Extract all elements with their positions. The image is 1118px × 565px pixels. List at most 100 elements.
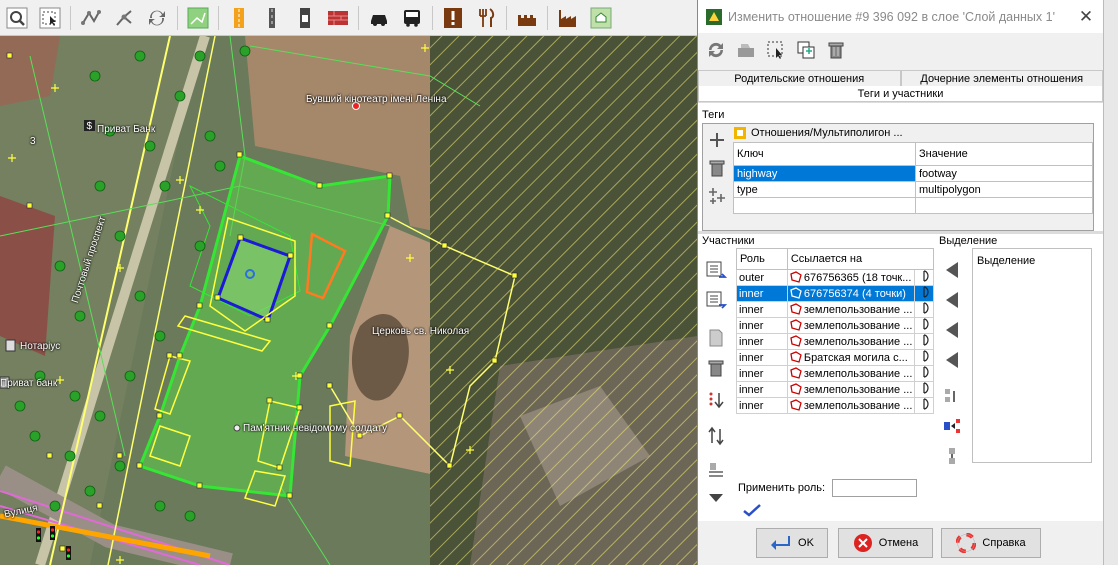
select-in-list-button[interactable] xyxy=(940,384,964,408)
duplicate-icon[interactable] xyxy=(794,38,818,62)
member-ref[interactable]: 676756365 (18 точк... xyxy=(786,269,916,286)
member-role[interactable]: inner xyxy=(736,381,788,398)
member-row[interactable]: inner землепользование ... xyxy=(736,397,934,414)
reverse-members-button[interactable] xyxy=(704,424,728,448)
map-label-bank: Приват Банк xyxy=(97,124,156,135)
member-row[interactable]: inner землепользование ... xyxy=(736,317,934,334)
member-row[interactable]: outer 676756365 (18 точк... xyxy=(736,269,934,286)
bus-icon[interactable] xyxy=(399,5,425,31)
member-role[interactable]: inner xyxy=(736,285,788,302)
member-ref[interactable]: Братская могила с... xyxy=(786,349,916,366)
landuse-icon[interactable] xyxy=(185,5,211,31)
member-ref[interactable]: землепользование ... xyxy=(786,301,916,318)
member-row[interactable]: inner Братская могила с... xyxy=(736,349,934,366)
download-members-icon[interactable] xyxy=(734,38,758,62)
selection-list-header: Выделение xyxy=(977,255,1036,267)
apply-role-button[interactable] xyxy=(742,503,762,520)
member-role[interactable]: inner xyxy=(736,397,788,414)
railway-icon[interactable] xyxy=(259,5,285,31)
add-at-end-button[interactable] xyxy=(940,348,964,372)
tab-content: Теги Отношения/Мультиполигон ... Ключ Зн… xyxy=(698,102,1103,521)
area-icon xyxy=(790,399,802,411)
split-icon[interactable] xyxy=(111,5,137,31)
tag-row[interactable]: type multipolygon xyxy=(733,181,1093,198)
tag-key[interactable]: highway xyxy=(733,165,916,182)
member-row[interactable]: inner землепользование ... xyxy=(736,381,934,398)
ok-button[interactable]: OK xyxy=(756,528,828,558)
member-connection xyxy=(914,317,934,334)
building-icon[interactable] xyxy=(325,5,351,31)
select-members-icon[interactable] xyxy=(764,38,788,62)
castle-icon[interactable] xyxy=(514,5,540,31)
member-row[interactable]: inner землепользование ... xyxy=(736,333,934,350)
member-ref[interactable]: землепользование ... xyxy=(786,365,916,382)
ok-label: OK xyxy=(798,537,814,549)
dialog-titlebar[interactable]: Изменить отношение #9 396 092 в слое 'Сл… xyxy=(698,0,1103,33)
add-tag-button[interactable] xyxy=(705,128,729,152)
nodes-icon[interactable] xyxy=(78,5,104,31)
member-ref[interactable]: землепользование ... xyxy=(786,333,916,350)
member-ref-label: землепользование ... xyxy=(803,336,913,348)
tab-parent-relations[interactable]: Родительские отношения xyxy=(698,70,901,86)
delete-icon[interactable] xyxy=(824,38,848,62)
select-icon[interactable] xyxy=(37,5,63,31)
industry-icon[interactable] xyxy=(555,5,581,31)
refresh-icon[interactable] xyxy=(144,5,170,31)
apply-role-input[interactable] xyxy=(832,479,917,497)
sort-members-button[interactable] xyxy=(704,388,728,412)
member-ref[interactable]: землепользование ... xyxy=(786,317,916,334)
member-ref[interactable]: землепользование ... xyxy=(786,381,916,398)
edit-member-button[interactable] xyxy=(704,326,728,350)
highway-icon[interactable] xyxy=(226,5,252,31)
map-view[interactable]: $ Бувший кінотеатр імені Леніна Приват Б… xyxy=(0,36,697,565)
member-ref[interactable]: 676756374 (4 точки) xyxy=(786,285,916,302)
member-row[interactable]: inner землепользование ... xyxy=(736,365,934,382)
help-button[interactable]: Справка xyxy=(941,528,1041,558)
close-button[interactable]: ✕ xyxy=(1069,0,1103,33)
move-up-button[interactable] xyxy=(704,258,728,282)
member-row[interactable]: inner 676756374 (4 точки) xyxy=(736,285,934,302)
splitter[interactable] xyxy=(698,231,1103,234)
tag-row[interactable]: highway footway xyxy=(733,165,1093,182)
map-canvas[interactable]: $ xyxy=(0,36,697,565)
move-down-button[interactable] xyxy=(704,288,728,312)
selection-list[interactable]: Выделение xyxy=(972,248,1092,463)
member-action-button[interactable] xyxy=(704,458,728,482)
paste-tags-button[interactable] xyxy=(705,184,729,208)
add-at-start-button[interactable] xyxy=(940,258,964,282)
member-role[interactable]: inner xyxy=(736,349,788,366)
member-connection xyxy=(914,397,934,414)
preset-link[interactable]: Отношения/Мультиполигон ... xyxy=(733,126,903,140)
settlement-icon[interactable] xyxy=(588,5,614,31)
tag-key[interactable]: type xyxy=(733,181,916,198)
delete-tag-button[interactable] xyxy=(705,156,729,180)
zoom-icon[interactable] xyxy=(4,5,30,31)
member-row[interactable]: inner землепользование ... xyxy=(736,301,934,318)
waterway-icon[interactable] xyxy=(292,5,318,31)
refresh-icon[interactable] xyxy=(704,38,728,62)
member-role[interactable]: inner xyxy=(736,365,788,382)
add-after-button[interactable] xyxy=(940,318,964,342)
remove-selected-button[interactable] xyxy=(940,414,964,438)
poi-icon[interactable] xyxy=(440,5,466,31)
member-role[interactable]: inner xyxy=(736,333,788,350)
member-ref[interactable]: землепользование ... xyxy=(786,397,916,414)
member-role[interactable]: inner xyxy=(736,301,788,318)
member-connection xyxy=(914,333,934,350)
member-role[interactable]: outer xyxy=(736,269,788,286)
member-role[interactable]: inner xyxy=(736,317,788,334)
tab-tags-and-members[interactable]: Теги и участники xyxy=(698,86,1103,102)
tag-value[interactable]: footway xyxy=(915,165,1093,182)
scroll-down-button[interactable] xyxy=(704,486,728,510)
cancel-button[interactable]: Отмена xyxy=(838,528,933,558)
tag-value[interactable]: multipolygon xyxy=(915,181,1093,198)
food-icon[interactable] xyxy=(473,5,499,31)
car-icon[interactable] xyxy=(366,5,392,31)
selection-extra-button[interactable] xyxy=(940,444,964,468)
tag-row-empty[interactable] xyxy=(733,197,1093,214)
area-icon xyxy=(790,287,802,299)
add-before-button[interactable] xyxy=(940,288,964,312)
tab-child-relations[interactable]: Дочерние элементы отношения xyxy=(900,70,1103,86)
connection-icon xyxy=(923,350,929,362)
remove-member-button[interactable] xyxy=(704,356,728,380)
